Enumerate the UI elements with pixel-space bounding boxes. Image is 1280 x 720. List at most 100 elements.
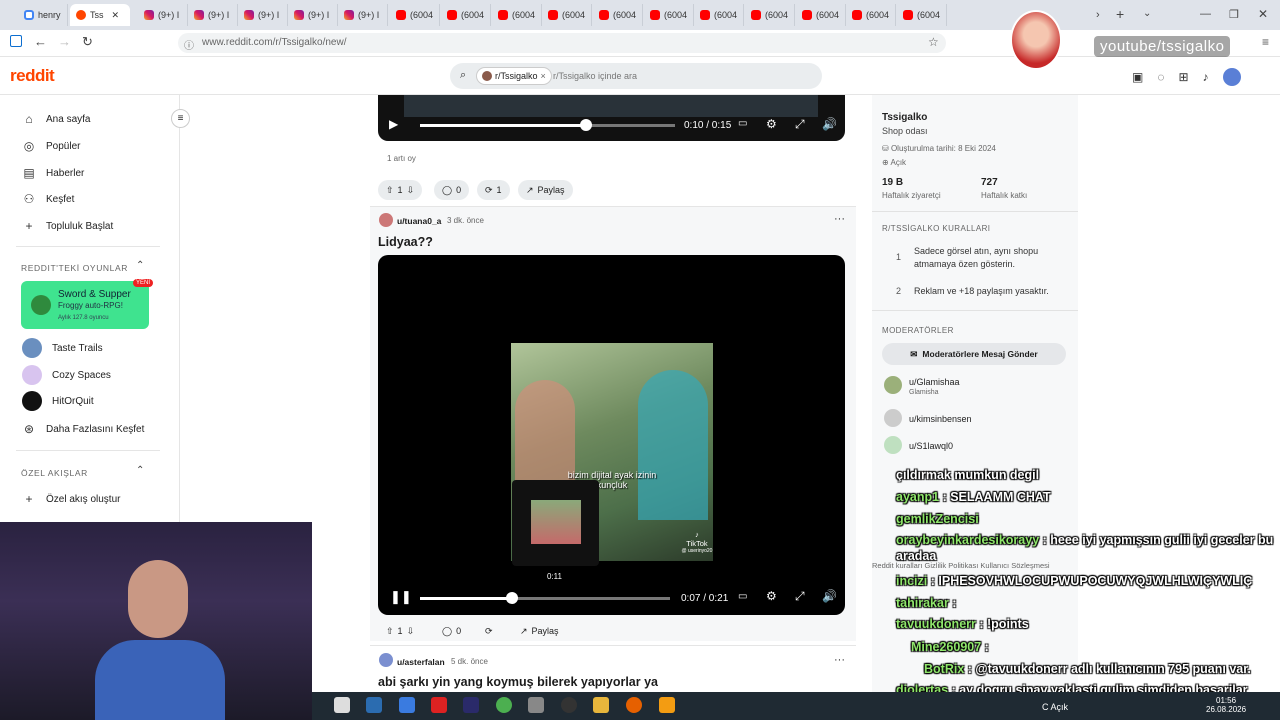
sidebar-game-cozy-spaces[interactable]: Cozy Spaces [22,365,111,385]
browser-tab[interactable]: (9+) I [188,4,238,26]
captions-icon[interactable]: ▭ [738,591,747,602]
tab-list-icon[interactable]: ⌄ [1143,8,1151,19]
browser-tab[interactable]: (6004 [492,4,542,26]
settings-icon[interactable]: ⚙ [766,117,777,131]
clock[interactable]: 01:56 26.08.2026 [1206,696,1246,714]
explorer-icon[interactable] [593,697,609,713]
downvote-icon[interactable]: ⇩ [407,185,415,196]
captions-icon[interactable]: ▭ [738,118,747,129]
post2-author[interactable]: u/tuana0_a [397,216,441,226]
post3-more-icon[interactable]: ··· [834,654,845,666]
browser-tab[interactable]: Tss ✕ [70,4,130,26]
mod-avatar[interactable] [884,409,902,427]
browser-tab[interactable]: (6004 [694,4,744,26]
language-indicator[interactable]: C Açık [1042,702,1068,712]
search-input[interactable]: r/Tssigalko içinde ara [553,71,637,81]
firefox-icon[interactable] [626,697,642,713]
mod-name[interactable]: u/S1lawql0 [909,441,953,451]
minimize-button[interactable]: — [1200,8,1211,20]
sidebar-item-start-community[interactable]: + Topluluk Başlat [22,219,113,233]
upvote-icon[interactable]: ⇧ [386,185,394,196]
chrome-icon[interactable] [496,697,512,713]
fullscreen-icon[interactable]: ⤢ [795,589,805,604]
post2-vote-group[interactable]: ⇧ 1 ⇩ [378,621,422,641]
browser-tab[interactable]: henry [18,4,68,26]
workspaces-icon[interactable] [10,35,22,47]
post1-scrubber[interactable] [580,119,592,131]
browser-tab[interactable]: (9+) I [338,4,388,26]
mod-name[interactable]: u/Glamishaa [909,377,960,387]
post2-crosspost-button[interactable]: ⟳ [477,621,501,641]
sidebar-item-home[interactable]: ⌂ Ana sayfa [22,112,90,126]
chip-close-icon[interactable]: × [541,71,546,81]
reddit-logo[interactable]: reddit [10,66,55,86]
advertise-icon[interactable]: ▣ [1132,70,1143,84]
store-icon[interactable] [366,697,382,713]
chevron-up-icon[interactable]: ⌃ [136,465,144,476]
post2-more-icon[interactable]: ··· [834,213,845,225]
sidebar-item-popular[interactable]: ◎ Popüler [22,139,81,153]
browser-tab[interactable]: (6004 [796,4,846,26]
browser-tab[interactable]: (6004 [542,4,592,26]
create-custom-feed[interactable]: + Özel akış oluştur [22,492,120,506]
post2-title[interactable]: Lidyaa?? [378,235,433,249]
browser-tab[interactable]: (6004 [846,4,896,26]
post2-comments-button[interactable]: ◯ 0 [434,621,469,641]
fullscreen-icon[interactable]: ⤢ [795,117,805,132]
chevron-up-icon[interactable]: ⌃ [136,260,144,271]
obs-icon[interactable] [561,697,577,713]
maximize-button[interactable]: ❐ [1229,8,1239,21]
post1-share-button[interactable]: ↗ Paylaş [518,180,573,200]
browser-tab[interactable]: (6004 [897,4,947,26]
settings-icon[interactable]: ⚙ [766,589,777,603]
browser-tab[interactable]: (9+) I [238,4,288,26]
post1-crosspost-button[interactable]: ⟳ 1 [477,180,510,200]
mod-avatar[interactable] [884,436,902,454]
mod-name[interactable]: u/kimsinbensen [909,414,972,424]
new-tab-button[interactable]: + [1116,6,1124,22]
tab-scroll-right[interactable]: › [1096,9,1100,21]
browser-menu-icon[interactable]: ≡ [1262,35,1269,49]
reload-button[interactable]: ↻ [82,34,93,50]
mod-avatar[interactable] [884,376,902,394]
url-field[interactable]: www.reddit.com/r/Tssigalko/new/ [178,33,946,53]
site-info-icon[interactable]: ⓘ [184,37,194,52]
premiere-icon[interactable] [463,697,479,713]
volume-icon[interactable]: 🔊 [822,117,837,131]
post3-author-avatar[interactable] [379,653,393,667]
sidebar-item-explore[interactable]: ⚇ Keşfet [22,192,75,206]
opera-icon[interactable] [431,697,447,713]
post3-author[interactable]: u/asterfalan [397,657,445,667]
notifications-icon[interactable]: ♪ [1203,70,1209,84]
volume-icon[interactable]: 🔊 [822,589,837,603]
browser-tab[interactable]: (6004 [390,4,440,26]
post2-author-avatar[interactable] [379,213,393,227]
rule-text[interactable]: Sadece görsel atın, aynı shopu atmamaya … [914,245,1054,271]
close-window-button[interactable]: ✕ [1258,7,1268,21]
browser-tab[interactable]: (6004 [745,4,795,26]
bookmark-star-icon[interactable]: ☆ [928,35,939,49]
tab-close-icon[interactable]: ✕ [112,10,120,21]
upvote-icon[interactable]: ⇧ [386,626,394,637]
avatar[interactable] [1222,68,1241,86]
post1-vote-group[interactable]: ⇧ 1 ⇩ [378,180,423,200]
sidebar-item-news[interactable]: ▤ Haberler [22,166,84,180]
chat-icon[interactable]: ◌ [1157,70,1164,84]
browser-tab[interactable]: (9+) I [138,4,188,26]
collapse-sidebar-button[interactable]: ≡ [171,109,190,128]
post1-comments-button[interactable]: ◯ 0 [434,180,470,200]
back-button[interactable]: ← [34,34,47,49]
vlc-icon[interactable] [659,697,675,713]
pause-icon[interactable]: ❚❚ [390,589,412,605]
create-post-icon[interactable]: ⊞ [1178,70,1188,84]
browser-tab[interactable]: (6004 [593,4,643,26]
post2-scrubber[interactable] [506,592,518,604]
app-icon[interactable] [399,697,415,713]
search-community-chip[interactable]: r/Tssigalko × [476,67,552,85]
browser-tab[interactable]: (6004 [644,4,694,26]
browser-tab[interactable]: (6004 [441,4,491,26]
message-mods-button[interactable]: ✉ Moderatörlere Mesaj Gönder [882,343,1066,365]
browser-tab[interactable]: (9+) I [288,4,338,26]
sidebar-game-hitorquit[interactable]: HitOrQuit [22,391,94,411]
play-icon[interactable]: ▶ [389,117,398,131]
